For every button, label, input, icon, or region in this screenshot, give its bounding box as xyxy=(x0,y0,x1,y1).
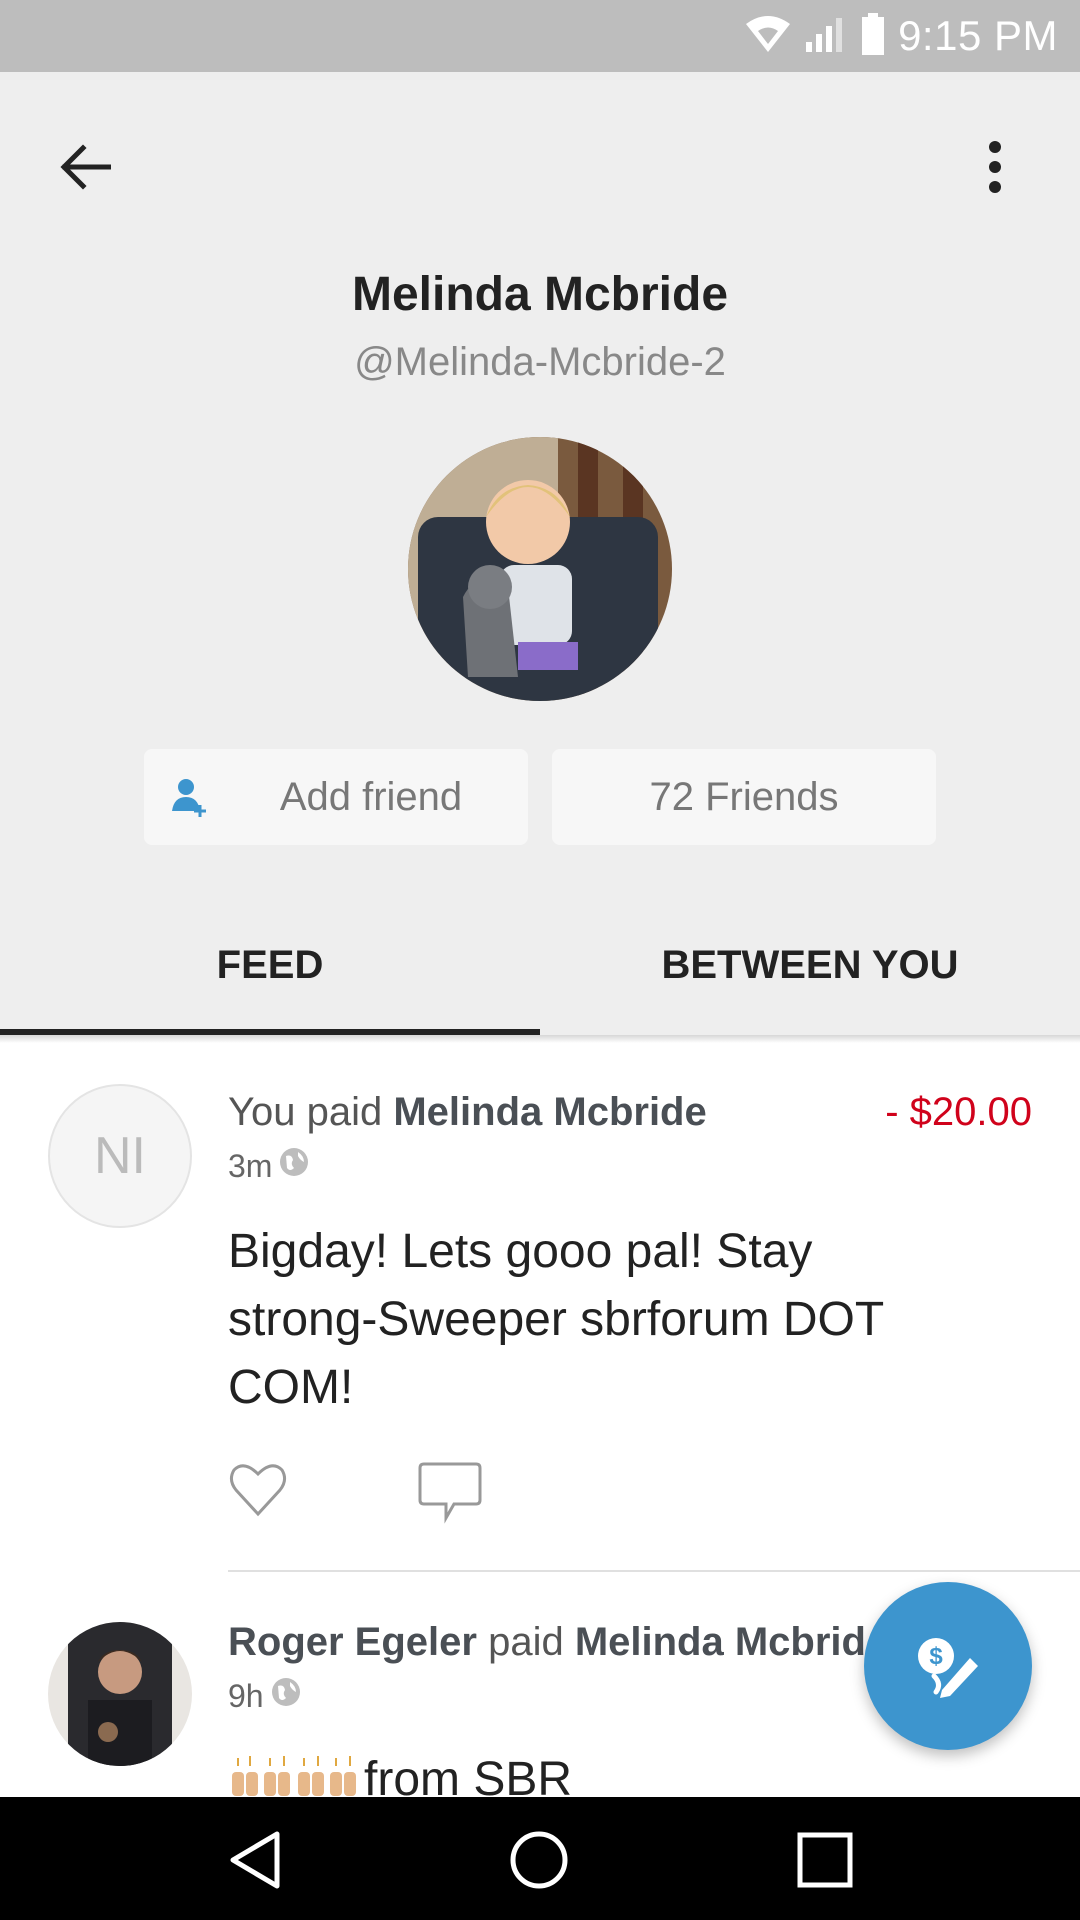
system-nav-bar xyxy=(0,1797,1080,1920)
square-recents-icon xyxy=(797,1832,853,1888)
add-person-icon xyxy=(170,777,210,827)
status-time: 9:15 PM xyxy=(898,12,1058,59)
comment-button[interactable] xyxy=(418,1460,482,1524)
friends-count-button[interactable]: 72 Friends xyxy=(552,749,936,845)
profile-tabs: FEED BETWEEN YOU xyxy=(0,895,1080,1035)
like-button[interactable] xyxy=(228,1460,288,1520)
feed-meta: 3m xyxy=(228,1146,310,1186)
signal-icon xyxy=(804,14,848,59)
profile-avatar xyxy=(408,437,672,701)
tab-feed[interactable]: FEED xyxy=(0,895,540,1035)
headline-target[interactable]: Melinda Mcbride xyxy=(393,1090,706,1134)
more-options-button[interactable] xyxy=(950,122,1040,212)
friends-count-label: 72 Friends xyxy=(649,774,839,819)
globe-icon xyxy=(270,1676,302,1716)
status-icons: 9:15 PM xyxy=(744,0,1058,72)
status-bar: 9:15 PM xyxy=(0,0,1080,72)
add-friend-button[interactable]: Add friend xyxy=(144,749,528,845)
headline-prefix: You paid xyxy=(228,1090,394,1134)
pay-request-icon: $ xyxy=(918,1638,978,1698)
feed-time: 3m xyxy=(228,1147,273,1184)
profile-name: Melinda Mcbride xyxy=(351,268,729,321)
profile-handle: @Melinda-Mcbride-2 xyxy=(354,340,726,384)
feed-item[interactable]: NI You paid Melinda Mcbride - $20.00 3m … xyxy=(0,1070,1080,1572)
wifi-icon xyxy=(744,14,792,59)
feed-time: 9h xyxy=(228,1677,264,1714)
add-friend-label: Add friend xyxy=(279,774,463,819)
avatar[interactable] xyxy=(48,1622,192,1766)
feed-meta: 9h xyxy=(228,1676,302,1716)
more-vert-icon xyxy=(989,141,1001,193)
circle-home-icon xyxy=(510,1831,568,1889)
pay-request-fab[interactable]: $ xyxy=(864,1582,1032,1750)
comment-icon xyxy=(418,1462,482,1524)
feed-message: Bigday! Lets gooo pal! Stay strong-Sweep… xyxy=(228,1225,884,1414)
profile-header: Melinda Mcbride @Melinda-Mcbride-2 Add f… xyxy=(0,72,1080,1035)
avatar[interactable]: NI xyxy=(48,1084,192,1228)
headline-actor[interactable]: Roger Egeler xyxy=(228,1620,477,1664)
header-shadow xyxy=(0,1035,1080,1043)
heart-icon xyxy=(229,1464,287,1517)
nav-recents-button[interactable] xyxy=(780,1815,870,1905)
feed-headline: You paid Melinda Mcbride xyxy=(228,1090,707,1135)
battery-icon xyxy=(860,12,886,60)
nav-back-button[interactable] xyxy=(210,1815,300,1905)
triangle-back-icon xyxy=(230,1831,280,1889)
globe-icon xyxy=(278,1146,310,1186)
tab-between-you[interactable]: BETWEEN YOU xyxy=(540,895,1080,1035)
headline-target[interactable]: Melinda Mcbrid xyxy=(575,1620,866,1664)
payment-amount: - $20.00 xyxy=(885,1090,1032,1134)
feed-headline: Roger Egeler paid Melinda Mcbrid xyxy=(228,1620,866,1665)
headline-verb: paid xyxy=(476,1620,575,1664)
back-button[interactable] xyxy=(40,122,130,212)
back-arrow-icon xyxy=(60,144,111,190)
divider xyxy=(228,1570,1080,1572)
svg-text:$: $ xyxy=(929,1643,943,1670)
nav-home-button[interactable] xyxy=(494,1815,584,1905)
